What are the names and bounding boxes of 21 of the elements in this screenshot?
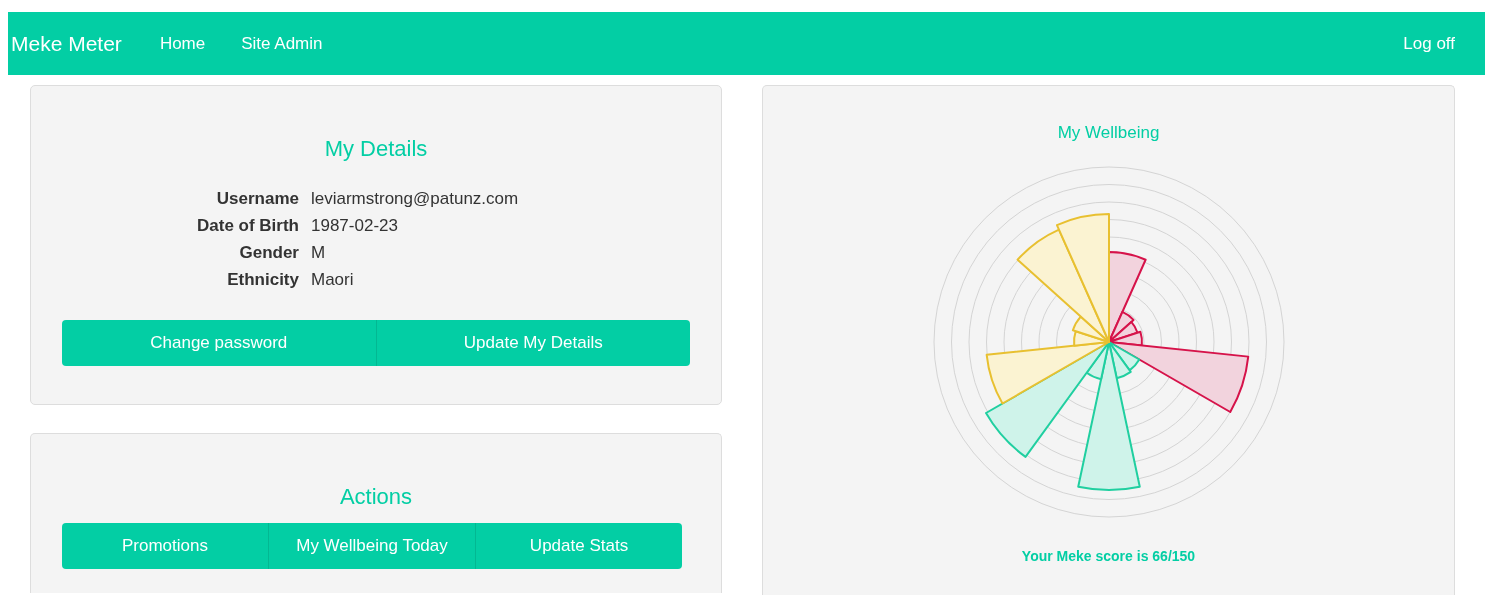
action-button[interactable]: Update Stats — [476, 523, 682, 569]
action-button[interactable]: Promotions — [62, 523, 269, 569]
chart-title: My Wellbeing — [1057, 122, 1160, 144]
nav-link[interactable]: Home — [159, 30, 206, 57]
field-label: Gender — [238, 242, 299, 264]
nav-link[interactable]: Site Admin — [241, 30, 323, 57]
field-value: leviarmstrong@patunz.com — [311, 188, 520, 210]
field-value: 1987-02-23 — [311, 215, 399, 237]
field-value: Maori — [311, 269, 355, 291]
field-label: Date of Birth — [196, 215, 299, 237]
details-button[interactable]: Update My Details — [376, 320, 690, 366]
field-value: M — [311, 242, 327, 264]
score-text: Your Meke score is 66/150 — [1021, 546, 1196, 566]
brand-link[interactable]: Meke Meter — [11, 27, 122, 60]
field-label: Ethnicity — [226, 269, 299, 291]
card-title: Actions — [338, 483, 414, 511]
log-off-link[interactable]: Log off — [1403, 30, 1455, 57]
card-title: My Details — [323, 135, 429, 163]
action-button[interactable]: My Wellbeing Today — [269, 523, 476, 569]
field-label: Username — [215, 188, 299, 210]
details-button[interactable]: Change password — [62, 320, 377, 366]
